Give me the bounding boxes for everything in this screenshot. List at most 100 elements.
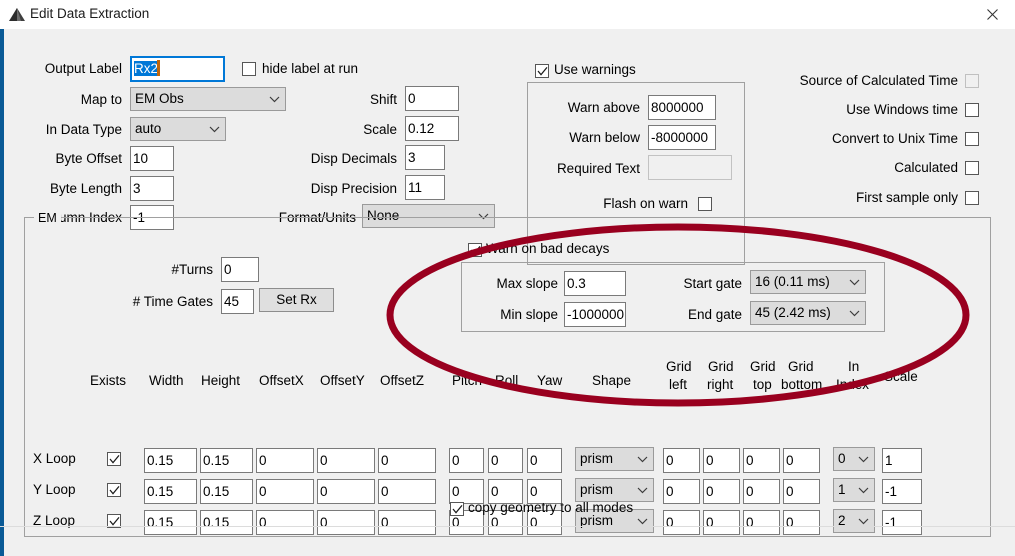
- grid-right-input-1[interactable]: 0: [703, 479, 740, 504]
- warn-above-input[interactable]: 8000000: [648, 95, 716, 120]
- grid-bottom-input-2[interactable]: 0: [783, 510, 820, 535]
- disp-precision-label: Disp Precision: [310, 181, 397, 196]
- header-offsety: OffsetY: [320, 373, 365, 388]
- grid-right-input-0[interactable]: 0: [703, 448, 740, 473]
- byte-offset-input[interactable]: 10: [130, 146, 174, 171]
- check-icon: [470, 245, 481, 255]
- time-gates-input[interactable]: 45: [221, 289, 254, 314]
- offsety-input-0[interactable]: 0: [317, 448, 375, 473]
- check-icon: [452, 504, 463, 514]
- offsetz-input-1[interactable]: 0: [378, 479, 436, 504]
- mountain-triangle-icon: [8, 6, 26, 23]
- grid-bottom-input-0[interactable]: 0: [783, 448, 820, 473]
- width-input-2[interactable]: 0.15: [144, 510, 197, 535]
- grid-bottom-input-1[interactable]: 0: [783, 479, 820, 504]
- in-index-combobox-0[interactable]: 0: [833, 447, 875, 471]
- offsetx-input-0[interactable]: 0: [256, 448, 314, 473]
- byte-length-label: Byte Length: [49, 181, 122, 196]
- check-icon: [109, 485, 120, 495]
- end-gate-label: End gate: [687, 307, 742, 322]
- flash-on-warn-checkbox[interactable]: [698, 197, 712, 211]
- disp-precision-input[interactable]: 11: [405, 175, 445, 200]
- grid-top-input-2[interactable]: 0: [743, 510, 780, 535]
- use-warnings-checkbox[interactable]: [535, 64, 549, 78]
- header-height: Height: [201, 373, 241, 388]
- start-gate-combobox[interactable]: 16 (0.11 ms): [750, 270, 866, 294]
- scale-input-0[interactable]: 1: [882, 448, 922, 473]
- calculated-checkbox[interactable]: [965, 161, 979, 175]
- shape-value-0: prism: [580, 451, 613, 466]
- header-grid-top-line2: top: [753, 377, 772, 392]
- chevron-down-icon: [849, 302, 860, 324]
- in-data-type-combobox[interactable]: auto: [130, 117, 226, 141]
- output-label-label: Output Label: [44, 61, 122, 76]
- max-slope-input[interactable]: 0.3: [564, 271, 626, 296]
- header-width: Width: [149, 373, 184, 388]
- height-input-0[interactable]: 0.15: [200, 448, 253, 473]
- height-input-1[interactable]: 0.15: [200, 479, 253, 504]
- first-sample-only-checkbox[interactable]: [965, 191, 979, 205]
- header-exists: Exists: [90, 373, 127, 388]
- convert-to-unix-time-checkbox[interactable]: [965, 132, 979, 146]
- warn-on-bad-decays-checkbox[interactable]: [468, 243, 482, 257]
- pitch-input-0[interactable]: 0: [449, 448, 484, 473]
- scale-input-2[interactable]: -1: [882, 510, 922, 535]
- end-gate-combobox[interactable]: 45 (2.42 ms): [750, 301, 866, 325]
- hide-label-at-run-checkbox[interactable]: [242, 62, 256, 76]
- copy-geometry-checkbox[interactable]: [450, 502, 464, 516]
- close-button[interactable]: [969, 0, 1015, 29]
- disp-decimals-label: Disp Decimals: [310, 151, 397, 166]
- header-scale: Scale: [884, 369, 918, 384]
- first-sample-only-label: First sample only: [855, 190, 958, 205]
- hide-label-at-run-label: hide label at run: [262, 61, 359, 76]
- source-of-calculated-time-checkbox[interactable]: [965, 74, 979, 88]
- chevron-down-icon: [858, 510, 869, 532]
- scale-input[interactable]: 0.12: [405, 116, 459, 141]
- grid-top-input-0[interactable]: 0: [743, 448, 780, 473]
- min-slope-input[interactable]: -1000000: [564, 302, 626, 327]
- yaw-input-0[interactable]: 0: [527, 448, 562, 473]
- offsety-input-2[interactable]: 0: [317, 510, 375, 535]
- row-label-0: X Loop: [33, 451, 76, 466]
- width-input-1[interactable]: 0.15: [144, 479, 197, 504]
- map-to-label: Map to: [80, 92, 122, 107]
- in-index-combobox-2[interactable]: 2: [833, 509, 875, 533]
- header-in-index-line1: In: [848, 359, 860, 374]
- use-windows-time-checkbox[interactable]: [965, 103, 979, 117]
- scale-input-1[interactable]: -1: [882, 479, 922, 504]
- use-warnings-label: Use warnings: [554, 62, 636, 77]
- output-label-input[interactable]: Rx2: [130, 56, 225, 82]
- chevron-down-icon: [209, 118, 220, 140]
- height-input-2[interactable]: 0.15: [200, 510, 253, 535]
- header-grid-right-line2: right: [707, 377, 734, 392]
- byte-length-input[interactable]: 3: [130, 176, 174, 201]
- offsetx-input-2[interactable]: 0: [256, 510, 314, 535]
- grid-left-input-1[interactable]: 0: [663, 479, 700, 504]
- disp-decimals-input[interactable]: 3: [405, 145, 445, 170]
- offsety-input-1[interactable]: 0: [317, 479, 375, 504]
- grid-top-input-1[interactable]: 0: [743, 479, 780, 504]
- required-text-input[interactable]: [648, 155, 732, 180]
- offsetz-input-2[interactable]: 0: [378, 510, 436, 535]
- convert-to-unix-time-label: Convert to Unix Time: [831, 131, 958, 146]
- grid-right-input-2[interactable]: 0: [703, 510, 740, 535]
- in-index-combobox-1[interactable]: 1: [833, 478, 875, 502]
- shape-combobox-0[interactable]: prism: [575, 447, 654, 471]
- offsetz-input-0[interactable]: 0: [378, 448, 436, 473]
- em-groupbox-caption: EM: [34, 212, 61, 224]
- in-data-type-label: In Data Type: [45, 122, 122, 137]
- exists-checkbox-0[interactable]: [107, 452, 121, 466]
- bottom-divider: [0, 526, 1015, 527]
- header-grid-left-line2: left: [669, 377, 688, 392]
- shape-combobox-1[interactable]: prism: [575, 478, 654, 502]
- set-rx-button[interactable]: Set Rx: [259, 288, 334, 312]
- roll-input-0[interactable]: 0: [488, 448, 523, 473]
- warn-below-input[interactable]: -8000000: [648, 125, 716, 150]
- grid-left-input-2[interactable]: 0: [663, 510, 700, 535]
- grid-left-input-0[interactable]: 0: [663, 448, 700, 473]
- turns-input[interactable]: 0: [221, 257, 259, 282]
- exists-checkbox-1[interactable]: [107, 483, 121, 497]
- offsetx-input-1[interactable]: 0: [256, 479, 314, 504]
- width-input-0[interactable]: 0.15: [144, 448, 197, 473]
- shift-input[interactable]: 0: [405, 86, 459, 111]
